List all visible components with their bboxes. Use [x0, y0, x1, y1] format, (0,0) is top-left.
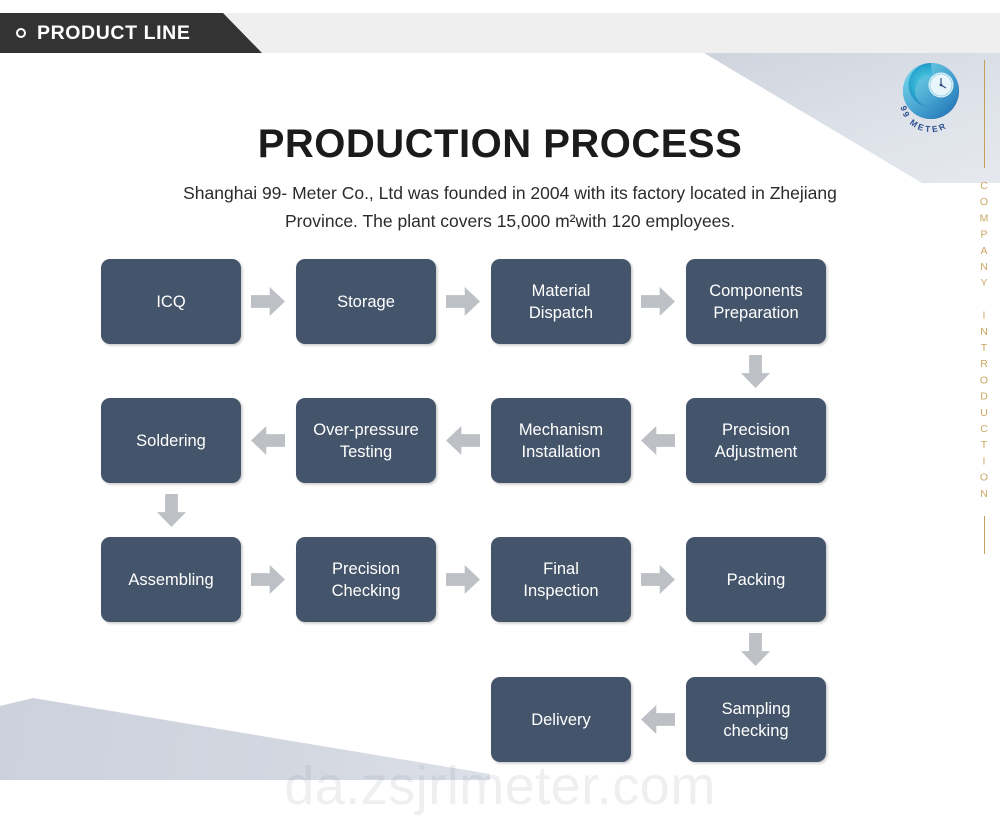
- flow-arrow-mechanism-installation-to-over-pressure-testing: [446, 426, 480, 455]
- flow-node-delivery[interactable]: Delivery: [491, 677, 631, 762]
- flow-arrow-packing-to-sampling-checking: [741, 633, 770, 666]
- flow-arrow-soldering-to-assembling: [157, 494, 186, 527]
- flow-node-packing[interactable]: Packing: [686, 537, 826, 622]
- flow-arrow-material-dispatch-to-components-preparation: [641, 287, 675, 316]
- flow-arrow-sampling-checking-to-delivery: [641, 705, 675, 734]
- flow-arrow-components-preparation-to-precision-adjustment: [741, 355, 770, 388]
- flow-node-precision-adjustment[interactable]: Precision Adjustment: [686, 398, 826, 483]
- flow-node-storage[interactable]: Storage: [296, 259, 436, 344]
- site-watermark: da.zsjrlmeter.com: [284, 756, 716, 816]
- flow-node-soldering[interactable]: Soldering: [101, 398, 241, 483]
- flow-arrow-storage-to-material-dispatch: [446, 287, 480, 316]
- flow-arrow-precision-adjustment-to-mechanism-installation: [641, 426, 675, 455]
- flow-node-sampling-checking[interactable]: Sampling checking: [686, 677, 826, 762]
- flow-arrow-over-pressure-testing-to-soldering: [251, 426, 285, 455]
- flow-node-precision-checking[interactable]: Precision Checking: [296, 537, 436, 622]
- flow-node-over-pressure-testing[interactable]: Over-pressure Testing: [296, 398, 436, 483]
- flow-node-mechanism-installation[interactable]: Mechanism Installation: [491, 398, 631, 483]
- flow-arrow-icq-to-storage: [251, 287, 285, 316]
- production-process-flowchart: ICQ Storage Material Dispatch Components…: [0, 0, 1000, 832]
- flow-node-final-inspection[interactable]: Final Inspection: [491, 537, 631, 622]
- flow-arrow-precision-checking-to-final-inspection: [446, 565, 480, 594]
- flow-arrow-final-inspection-to-packing: [641, 565, 675, 594]
- flow-arrow-assembling-to-precision-checking: [251, 565, 285, 594]
- flow-node-assembling[interactable]: Assembling: [101, 537, 241, 622]
- page-root: PRODUCT LINE 99 METER COMPANY INTRODUCTI…: [0, 0, 1000, 832]
- flow-node-material-dispatch[interactable]: Material Dispatch: [491, 259, 631, 344]
- flow-node-components-preparation[interactable]: Components Preparation: [686, 259, 826, 344]
- flow-node-icq[interactable]: ICQ: [101, 259, 241, 344]
